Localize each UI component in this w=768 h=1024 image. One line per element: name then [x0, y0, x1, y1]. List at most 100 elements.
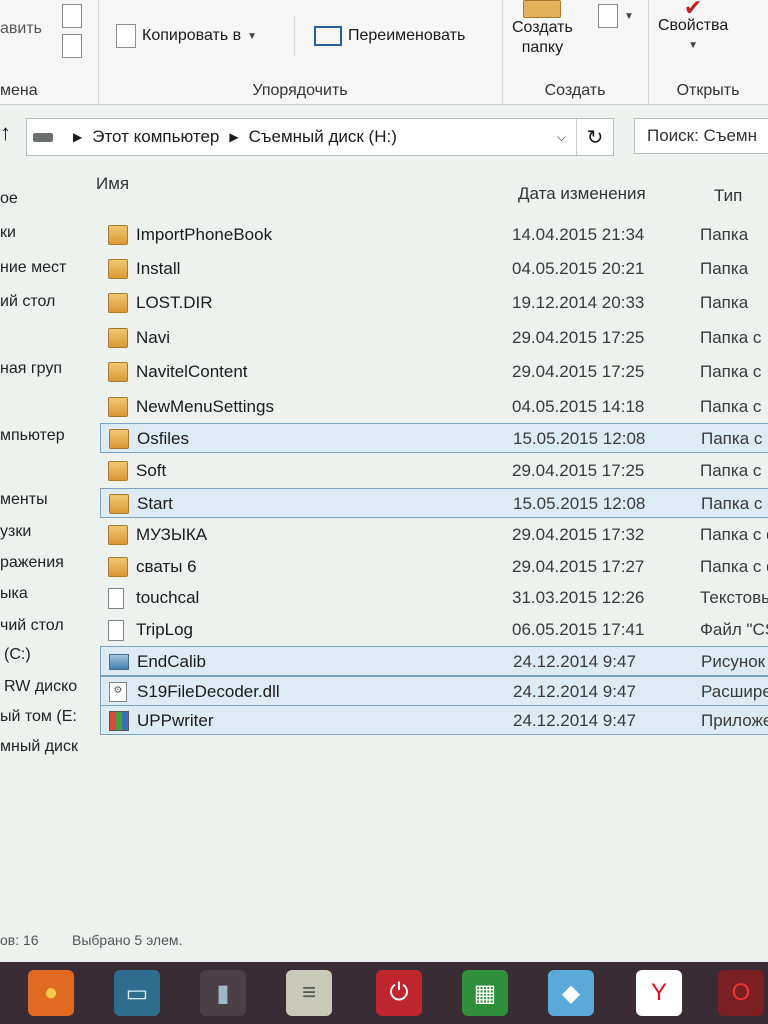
new-folder-button[interactable]: Создать папку	[512, 0, 573, 58]
file-row[interactable]: Install 04.05.2015 20:21 Папка	[100, 254, 768, 284]
search-input[interactable]: Поиск: Съемн	[634, 118, 768, 154]
up-arrow-icon[interactable]: ↑	[0, 120, 11, 146]
file-row[interactable]: UPPwriter 24.12.2014 9:47 Приложен	[100, 705, 768, 735]
nav-item[interactable]: RW диско	[4, 678, 88, 696]
file-name: LOST.DIR	[136, 293, 213, 312]
file-row[interactable]: ⚙ S19FileDecoder.dll 24.12.2014 9:47 Расшир…	[100, 676, 768, 706]
new-folder-icon	[523, 0, 562, 18]
chevron-down-icon: ▼	[624, 10, 634, 22]
nav-item[interactable]: (C:)	[4, 646, 88, 664]
folder-icon	[108, 557, 128, 577]
file-type: Приложен	[701, 711, 768, 730]
file-row[interactable]: NavitelContent 29.04.2015 17:25 Папка с	[100, 357, 768, 387]
organize-group: Копировать в ▼ Переименовать Упорядочить	[98, 0, 503, 104]
breadcrumb-removable-disk[interactable]: Съемный диск (H:)	[249, 127, 397, 147]
nav-item[interactable]: ние мест	[0, 259, 88, 277]
computer-icon[interactable]: ▭	[114, 970, 160, 1016]
chat-icon[interactable]: ◆	[548, 970, 594, 1016]
new-item-button[interactable]: ▼	[598, 4, 634, 28]
nav-item[interactable]: ражения	[0, 554, 88, 572]
file-name: UPPwriter	[137, 711, 214, 730]
address-bar-row: ↑ ▶ Этот компьютер ▶ Съемный диск (H:) ⌵…	[0, 110, 768, 160]
file-type: Папка с	[700, 328, 762, 347]
file-row[interactable]: сваты 6 29.04.2015 17:27 Папка с ф	[100, 552, 768, 582]
copy-path-icon[interactable]	[62, 4, 82, 28]
nav-item[interactable]: ки	[0, 224, 88, 242]
file-type: Папка с	[700, 397, 762, 416]
file-row[interactable]: TripLog 06.05.2015 17:41 Файл "CSV	[100, 615, 768, 645]
file-row[interactable]: ImportPhoneBook 14.04.2015 21:34 Папка	[100, 220, 768, 250]
file-date: 24.12.2014 9:47	[513, 652, 636, 671]
file-row[interactable]: Osfiles 15.05.2015 12:08 Папка с	[100, 423, 768, 453]
firefox-icon[interactable]: ●	[28, 970, 74, 1016]
power-icon[interactable]: ⏻	[376, 970, 422, 1016]
file-date: 04.05.2015 20:21	[512, 259, 645, 278]
file-date: 29.04.2015 17:27	[512, 557, 645, 576]
nav-item[interactable]: ое	[0, 190, 88, 208]
nav-item[interactable]: ий стол	[0, 293, 88, 311]
column-header-type[interactable]: Тип	[714, 186, 742, 206]
file-name: NewMenuSettings	[136, 397, 274, 416]
store-icon[interactable]: ▦	[462, 970, 508, 1016]
notepad-icon[interactable]: ≡	[286, 970, 332, 1016]
nav-item[interactable]: чий стол	[0, 617, 88, 635]
file-date: 29.04.2015 17:25	[512, 328, 645, 347]
file-row[interactable]: Navi 29.04.2015 17:25 Папка с	[100, 323, 768, 353]
file-date: 24.12.2014 9:47	[513, 682, 636, 701]
file-name: TripLog	[136, 620, 194, 639]
file-type: Папка с	[700, 362, 762, 381]
file-name: Navi	[136, 328, 171, 347]
file-date: 29.04.2015 17:25	[512, 461, 645, 480]
nav-item[interactable]: мпьютер	[0, 427, 88, 445]
rename-button[interactable]: Переименовать	[314, 26, 465, 46]
folder-icon	[108, 461, 128, 481]
file-row[interactable]: МУЗЫКА 29.04.2015 17:32 Папка с ф	[100, 520, 768, 550]
nav-item[interactable]: менты	[0, 491, 88, 509]
file-row[interactable]: LOST.DIR 19.12.2014 20:33 Папка	[100, 288, 768, 318]
file-row[interactable]: Start 15.05.2015 12:08 Папка с ф	[100, 488, 768, 518]
image-file-icon	[109, 654, 129, 670]
column-header-date[interactable]: Дата изменения	[518, 184, 646, 204]
opera-icon[interactable]: O	[718, 970, 764, 1016]
chevron-right-icon[interactable]: ▶	[73, 130, 82, 144]
new-folder-label-line1: Создать	[512, 19, 573, 36]
column-header-name[interactable]: Имя	[96, 174, 129, 194]
refresh-icon[interactable]: ↻	[576, 119, 613, 155]
ribbon: авить мена Копировать в ▼ Переименовать …	[0, 0, 768, 105]
paste-button[interactable]: авить	[0, 20, 42, 38]
open-group: ✔ Свойства ▼ Открыть	[648, 0, 768, 104]
file-row[interactable]: NewMenuSettings 04.05.2015 14:18 Папка с	[100, 392, 768, 422]
nav-item[interactable]: ная груп	[0, 360, 88, 378]
item-count: ов: 16	[0, 932, 39, 948]
paste-label: авить	[0, 20, 42, 37]
file-type: Папка	[700, 259, 749, 278]
file-name: Osfiles	[137, 429, 189, 448]
file-date: 31.03.2015 12:26	[512, 588, 645, 607]
yandex-icon[interactable]: Y	[636, 970, 682, 1016]
file-row[interactable]: Soft 29.04.2015 17:25 Папка с	[100, 456, 768, 486]
nav-item[interactable]: ый том (E:	[0, 708, 88, 726]
search-placeholder: Поиск: Съемн	[647, 126, 757, 145]
open-group-label: Открыть	[676, 82, 740, 99]
file-row[interactable]: touchcal 31.03.2015 12:26 Текстовы	[100, 583, 768, 613]
file-date: 29.04.2015 17:25	[512, 362, 645, 381]
folder-icon	[108, 397, 128, 417]
chevron-right-icon[interactable]: ▶	[229, 130, 238, 144]
usb-icon[interactable]: ▮	[200, 970, 246, 1016]
paste-shortcut-icon[interactable]	[62, 34, 82, 58]
file-date: 14.04.2015 21:34	[512, 225, 645, 244]
file-type: Папка	[700, 225, 749, 244]
nav-item[interactable]: узки	[0, 523, 88, 541]
file-date: 06.05.2015 17:41	[512, 620, 645, 639]
file-type: Папка с	[700, 461, 762, 480]
nav-item[interactable]: мный диск	[0, 738, 88, 756]
nav-item[interactable]: ыка	[0, 585, 88, 603]
chevron-down-icon[interactable]: ⌵	[557, 130, 566, 145]
properties-button[interactable]: ✔ Свойства ▼	[658, 0, 728, 56]
folder-icon	[109, 429, 129, 449]
file-row[interactable]: EndCalib 24.12.2014 9:47 Рисунок JP	[100, 646, 768, 676]
copy-to-button[interactable]: Копировать в ▼	[116, 24, 257, 48]
address-bar[interactable]: ▶ Этот компьютер ▶ Съемный диск (H:) ⌵ ↻	[26, 118, 614, 156]
breadcrumb-this-pc[interactable]: Этот компьютер	[92, 127, 219, 147]
taskbar: ● ▭ ▮ ≡ ⏻ ▦ ◆ Y O	[0, 962, 768, 1024]
